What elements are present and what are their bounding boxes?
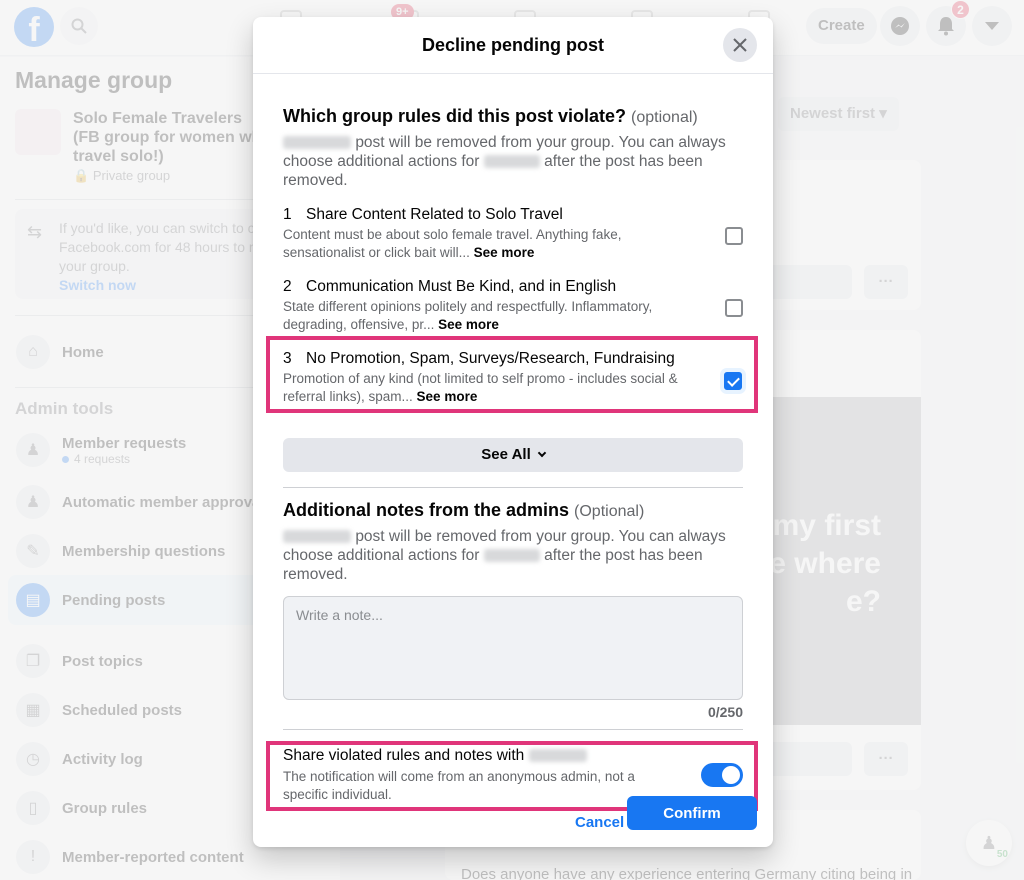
decline-pending-post-dialog: Decline pending post Which group rules d… xyxy=(253,17,773,847)
see-more-link[interactable]: See more xyxy=(417,389,478,404)
redacted-name xyxy=(283,530,351,544)
rule-item[interactable]: 1 Share Content Related to Solo Travel Co… xyxy=(283,206,743,262)
notes-heading: Additional notes from the admins (Option… xyxy=(283,500,645,520)
rule-checkbox-checked[interactable] xyxy=(724,372,742,390)
confirm-button[interactable]: Confirm xyxy=(627,796,757,830)
rule-checkbox[interactable] xyxy=(725,227,743,245)
rule-item[interactable]: 3 No Promotion, Spam, Surveys/Research, F… xyxy=(283,350,743,406)
dialog-title: Decline pending post xyxy=(421,35,604,55)
admin-note-input[interactable] xyxy=(283,596,743,700)
chevron-down-icon xyxy=(537,448,546,458)
divider xyxy=(283,729,743,730)
close-button[interactable] xyxy=(723,28,757,62)
cancel-button[interactable]: Cancel xyxy=(575,814,624,831)
notes-removal-description: post will be removed from your group. Yo… xyxy=(283,528,726,583)
share-rules-toggle[interactable] xyxy=(701,763,743,787)
rules-removal-description: post will be removed from your group. Yo… xyxy=(283,134,726,189)
divider xyxy=(283,487,743,488)
note-character-counter: 0/250 xyxy=(707,704,743,720)
rule-checkbox[interactable] xyxy=(725,299,743,317)
close-icon xyxy=(733,38,747,52)
redacted-name xyxy=(483,155,540,169)
see-more-link[interactable]: See more xyxy=(474,245,535,260)
share-rules-description: The notification will come from an anony… xyxy=(283,769,635,802)
see-all-rules-button[interactable]: See All xyxy=(283,438,743,472)
redacted-name xyxy=(483,549,540,563)
rules-heading: Which group rules did this post violate?… xyxy=(283,106,698,126)
share-rules-label: Share violated rules and notes with xyxy=(283,747,587,765)
redacted-name xyxy=(283,136,351,150)
redacted-name xyxy=(528,749,587,763)
dialog-header: Decline pending post xyxy=(253,17,773,74)
see-more-link[interactable]: See more xyxy=(438,317,499,332)
rule-item[interactable]: 2 Communication Must Be Kind, and in Engl… xyxy=(283,278,743,334)
